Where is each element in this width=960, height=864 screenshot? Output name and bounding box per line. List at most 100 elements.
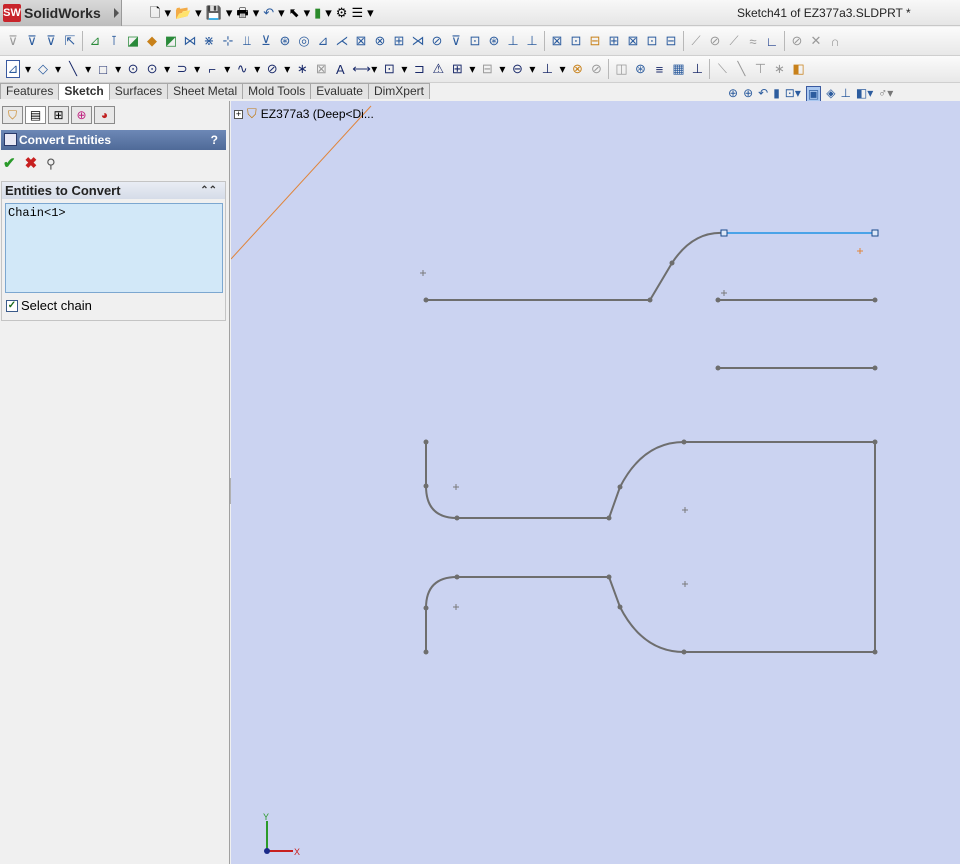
sketch-point[interactable] — [423, 605, 429, 611]
view-settings-icon[interactable]: ♂▾ — [878, 86, 893, 102]
offset-icon[interactable]: ⊐ — [412, 61, 426, 77]
pierce-icon[interactable]: ⋊ — [411, 33, 425, 49]
tools-e-icon[interactable]: ⊠ — [626, 33, 640, 49]
trim-icon[interactable]: ⚠ — [431, 61, 445, 77]
horizontal-icon[interactable]: ⋇ — [202, 33, 216, 49]
tools-c-icon[interactable]: ⊟ — [588, 33, 602, 49]
tab-evaluate[interactable]: Evaluate — [310, 83, 369, 99]
sketch-point[interactable] — [617, 604, 623, 610]
ellipse-icon[interactable]: ⊘ — [265, 61, 279, 77]
edit-appearance-icon[interactable]: ⊥ — [840, 86, 850, 102]
on-plane-icon[interactable]: ⊡ — [468, 33, 482, 49]
filter-faces-icon[interactable]: ⊽ — [25, 33, 39, 49]
line-icon[interactable]: ╲ — [66, 61, 80, 77]
apply-scene-icon[interactable]: ◧▾ — [856, 86, 873, 102]
sketch-text-icon[interactable]: A — [333, 62, 347, 77]
fix-icon[interactable]: ◆ — [145, 33, 159, 49]
sketch-point[interactable] — [669, 260, 675, 266]
selected-endpoint-handle[interactable] — [720, 229, 728, 237]
vertical-icon[interactable]: ⊹ — [221, 33, 235, 49]
sketch-point[interactable] — [454, 515, 460, 521]
sketch-point[interactable] — [681, 439, 687, 445]
selected-endpoint-handle[interactable] — [871, 229, 879, 237]
sketch-profile-main[interactable] — [425, 441, 876, 653]
collapse-icon[interactable]: ⌃⌃ — [200, 182, 217, 199]
tools-a-icon[interactable]: ⊠ — [550, 33, 564, 49]
ok-button[interactable]: ✔ — [3, 156, 16, 172]
slot-icon[interactable]: ⊙ — [126, 61, 140, 77]
tools-g-icon[interactable]: ⊟ — [664, 33, 678, 49]
sketch-point[interactable] — [872, 297, 878, 303]
arc-icon[interactable]: ⊃ — [175, 61, 189, 77]
sketch-point[interactable] — [647, 297, 653, 303]
tools-b-icon[interactable]: ⊡ — [569, 33, 583, 49]
property-manager-tab-icon[interactable]: ▤ — [25, 106, 46, 124]
sketch-relation-icon[interactable]: ⊿ — [88, 33, 102, 49]
options-icon[interactable]: ⚙ — [336, 4, 348, 21]
pattern-icon[interactable]: ⊞ — [450, 61, 464, 77]
smart-dim-icon[interactable]: ◇ — [36, 61, 50, 77]
view-a-icon[interactable]: ◫ — [614, 61, 628, 77]
save-icon[interactable]: 💾 — [206, 4, 222, 21]
pushpin-icon[interactable]: ⚲ — [46, 156, 56, 172]
corner-icon[interactable]: ∟ — [765, 34, 779, 49]
perpendicular-icon[interactable]: ⊻ — [259, 33, 273, 49]
previous-view-icon[interactable]: ↶ — [758, 86, 768, 102]
tools-d-icon[interactable]: ⊞ — [607, 33, 621, 49]
help-button[interactable]: ? — [211, 130, 218, 150]
print-icon[interactable]: 🖶 — [236, 4, 248, 21]
section-view-icon[interactable]: ▮ — [773, 86, 780, 102]
tab-surfaces[interactable]: Surfaces — [108, 83, 169, 99]
view-j-icon[interactable]: ◧ — [791, 61, 805, 77]
expand-icon[interactable]: + — [234, 109, 243, 119]
view-orientation-icon[interactable]: ⊡▾ — [785, 86, 801, 102]
block-icon[interactable]: ⊖ — [510, 61, 524, 77]
curve-g-icon[interactable]: ∩ — [828, 34, 842, 49]
smart-dimension-icon[interactable]: ⊺ — [107, 33, 121, 49]
view-c-icon[interactable]: ≡ — [652, 62, 666, 77]
sketch-point[interactable] — [617, 484, 623, 490]
collinear-icon[interactable]: ⋈ — [183, 33, 197, 49]
sketch-point[interactable] — [681, 649, 687, 655]
tab-sheet-metal[interactable]: Sheet Metal — [167, 83, 244, 99]
spline-icon[interactable]: ∿ — [235, 61, 249, 77]
selection-listbox[interactable]: Chain<1> — [5, 203, 223, 293]
convert-entities-icon[interactable]: ⊡ — [382, 61, 396, 77]
view-i-icon[interactable]: ∗ — [772, 61, 786, 77]
view-e-icon[interactable]: ⊥ — [690, 61, 704, 77]
dimxpert-manager-tab-icon[interactable]: ⊕ — [71, 106, 92, 124]
sketch-point[interactable] — [715, 365, 721, 371]
tangent-icon[interactable]: ⊛ — [278, 33, 292, 49]
along-x-icon[interactable]: ⊛ — [487, 33, 501, 49]
fillet-icon[interactable]: ⌐ — [205, 62, 219, 77]
view-g-icon[interactable]: ╲ — [734, 61, 748, 77]
zoom-area-icon[interactable]: ⊕ — [743, 86, 753, 102]
filter-icon[interactable]: ⊽ — [6, 33, 20, 49]
sketch-point[interactable] — [454, 574, 460, 580]
new-doc-icon[interactable]: 🗋 — [150, 4, 160, 21]
sketch-point[interactable] — [423, 297, 429, 303]
curve-e-icon[interactable]: ⊘ — [790, 33, 804, 49]
along-y-icon[interactable]: ⊥ — [506, 33, 520, 49]
rectangle-icon[interactable]: □ — [96, 62, 110, 77]
view-h-icon[interactable]: ⊤ — [753, 61, 767, 77]
view-d-icon[interactable]: ▦ — [671, 61, 685, 77]
cancel-button[interactable]: ✖ — [25, 156, 38, 172]
undo-icon[interactable]: ↶ — [263, 4, 274, 21]
sketch-point[interactable] — [872, 365, 878, 371]
curve-a-icon[interactable]: ⟋ — [689, 33, 703, 49]
hide-show-icon[interactable]: ◈ — [826, 86, 835, 102]
concentric-icon[interactable]: ◎ — [297, 33, 311, 49]
sketch-point[interactable] — [715, 297, 721, 303]
checkbox-check-icon[interactable]: ✓ — [6, 299, 18, 312]
quick-snap-icon[interactable]: ⊘ — [589, 61, 603, 77]
tab-mold-tools[interactable]: Mold Tools — [242, 83, 312, 99]
solidworks-menu-button[interactable]: SW SolidWorks — [0, 0, 122, 26]
feature-tree-root[interactable]: EZ377a3 (Deep<Di... — [261, 107, 374, 121]
sketch-point[interactable] — [606, 515, 612, 521]
curve-c-icon[interactable]: ⟋ — [727, 33, 741, 49]
display-style-icon[interactable]: ▣ — [805, 86, 822, 102]
sketch-point[interactable] — [606, 574, 612, 580]
symmetric-icon[interactable]: ⋌ — [335, 33, 349, 49]
selection-item[interactable]: Chain<1> — [8, 206, 220, 220]
